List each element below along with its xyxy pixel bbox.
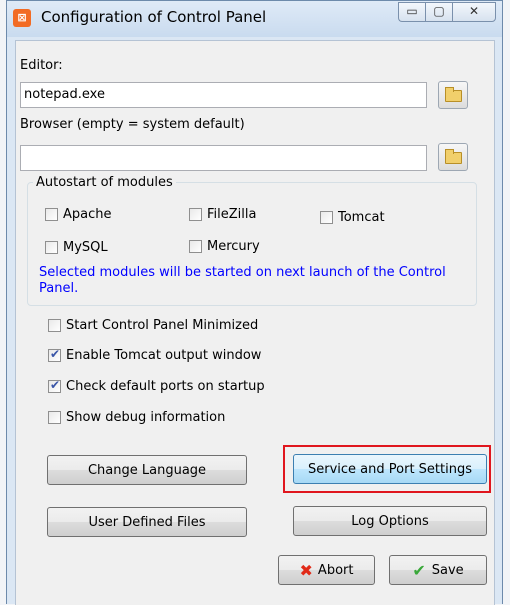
option-check-ports-checkbox[interactable]: Check default ports on startup <box>48 378 265 394</box>
module-mysql-checkbox[interactable]: MySQL <box>45 240 108 255</box>
checkbox-label: FileZilla <box>207 207 257 222</box>
folder-icon <box>445 87 462 102</box>
x-icon: ✖ <box>299 560 313 580</box>
browser-input[interactable] <box>20 145 427 171</box>
abort-button[interactable]: ✖ Abort <box>278 555 375 585</box>
autostart-group-title: Autostart of modules <box>33 175 176 190</box>
title-bar[interactable]: ⊠ Configuration of Control Panel ▭ ▢ ✕ <box>7 1 502 37</box>
browser-browse-button[interactable] <box>438 143 468 171</box>
option-start-minimized-checkbox[interactable]: Start Control Panel Minimized <box>48 318 258 333</box>
log-options-button[interactable]: Log Options <box>293 506 487 536</box>
checkbox-label: Check default ports on startup <box>66 379 265 394</box>
checkmark-icon: ✔ <box>412 560 426 580</box>
user-defined-files-button[interactable]: User Defined Files <box>47 507 247 537</box>
window-title: Configuration of Control Panel <box>41 8 267 26</box>
maximize-button[interactable]: ▢ <box>425 2 452 22</box>
checkbox-box[interactable] <box>48 347 61 362</box>
checkbox-box[interactable] <box>45 208 58 221</box>
checkbox-box[interactable] <box>48 319 61 332</box>
checkbox-box[interactable] <box>45 241 58 254</box>
checkbox-label: Apache <box>63 207 112 222</box>
checkbox-label: Start Control Panel Minimized <box>66 318 259 333</box>
checkbox-label: Tomcat <box>338 210 385 225</box>
checkbox-box[interactable] <box>189 208 202 221</box>
checkbox-box[interactable] <box>320 211 333 224</box>
module-mercury-checkbox[interactable]: Mercury <box>189 239 260 254</box>
change-language-button[interactable]: Change Language <box>47 455 247 485</box>
checkbox-box[interactable] <box>48 378 61 393</box>
option-tomcat-output-checkbox[interactable]: Enable Tomcat output window <box>48 347 262 363</box>
module-apache-checkbox[interactable]: Apache <box>45 207 112 222</box>
editor-browse-button[interactable] <box>438 81 468 109</box>
minimize-button[interactable]: ▭ <box>398 2 425 22</box>
save-button[interactable]: ✔ Save <box>389 555 487 585</box>
checkbox-box[interactable] <box>189 240 202 253</box>
autostart-note: Selected modules will be started on next… <box>39 265 446 296</box>
browser-label: Browser (empty = system default) <box>20 117 245 132</box>
editor-label: Editor: <box>20 58 63 73</box>
folder-icon <box>445 149 462 164</box>
checkbox-label: Mercury <box>207 239 260 254</box>
abort-label: Abort <box>317 562 354 578</box>
close-button[interactable]: ✕ <box>452 2 496 22</box>
checkbox-box[interactable] <box>48 411 61 424</box>
save-label: Save <box>431 562 464 578</box>
window-controls: ▭ ▢ ✕ <box>398 2 496 24</box>
checkbox-label: MySQL <box>63 240 108 255</box>
xampp-app-icon: ⊠ <box>13 9 31 27</box>
service-port-settings-button[interactable]: Service and Port Settings <box>293 454 487 484</box>
module-tomcat-checkbox[interactable]: Tomcat <box>320 210 385 225</box>
option-debug-info-checkbox[interactable]: Show debug information <box>48 410 225 425</box>
checkbox-label: Enable Tomcat output window <box>66 348 262 363</box>
checkbox-label: Show debug information <box>66 410 226 425</box>
module-filezilla-checkbox[interactable]: FileZilla <box>189 207 256 222</box>
editor-input[interactable]: notepad.exe <box>20 82 427 108</box>
